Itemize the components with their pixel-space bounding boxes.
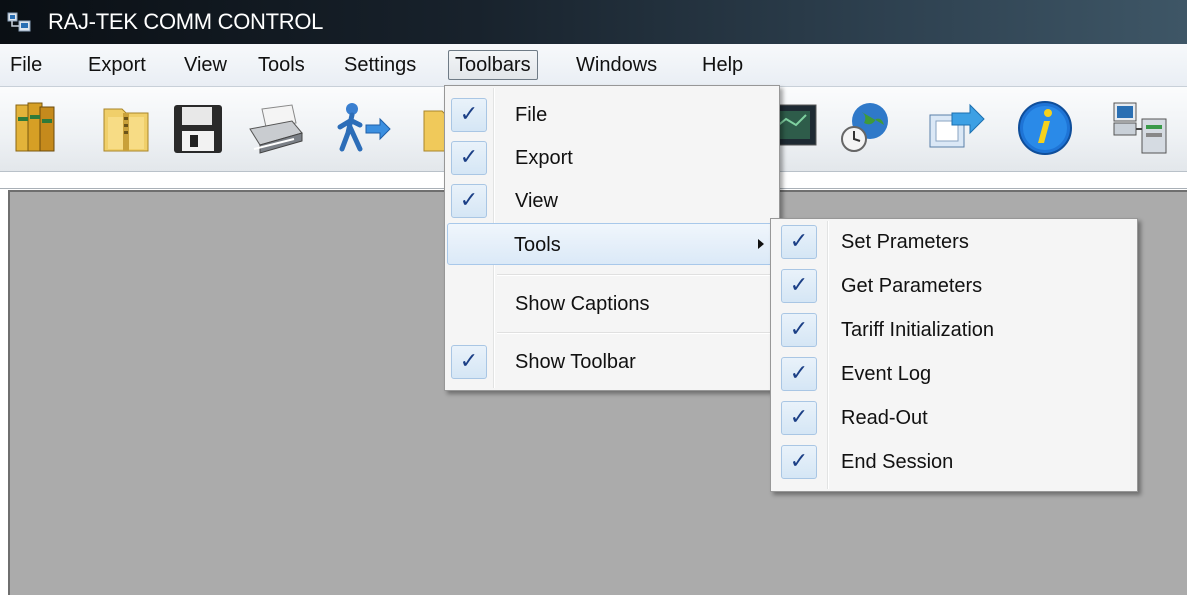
menu-item-label: View (515, 190, 558, 212)
check-icon: ✓ (781, 445, 817, 479)
app-icon (7, 12, 31, 32)
check-icon: ✓ (781, 269, 817, 303)
toolbars-menu-item-show-captions[interactable]: Show Captions (447, 283, 777, 325)
menu-windows[interactable]: Windows (570, 50, 663, 80)
title-bar[interactable]: RAJ-TEK COMM CONTROL (0, 0, 1187, 44)
menu-item-label: Tools (514, 234, 561, 256)
info-icon[interactable] (1014, 97, 1076, 159)
folder-zip-icon[interactable] (96, 97, 158, 159)
menu-separator (497, 332, 775, 334)
check-icon: ✓ (781, 225, 817, 259)
check-icon: ✓ (781, 313, 817, 347)
window-title: RAJ-TEK COMM CONTROL (48, 9, 324, 34)
app-window: RAJ-TEK COMM CONTROL File Export View To… (0, 0, 1187, 595)
menu-help[interactable]: Help (696, 50, 749, 80)
check-icon: ✓ (451, 98, 487, 132)
menu-item-label: Show Toolbar (515, 351, 636, 373)
menu-item-label: Get Parameters (841, 275, 983, 297)
toolbars-menu-item-export[interactable]: ✓ Export (447, 137, 777, 179)
toolbars-menu: ✓ File ✓ Export ✓ View Tools Show Captio… (444, 85, 780, 391)
tools-submenu-item-set-prameters[interactable]: ✓ Set Prameters (773, 221, 1135, 263)
menu-file[interactable]: File (4, 50, 48, 80)
menu-item-label: Read-Out (841, 407, 928, 429)
menu-item-label: Event Log (841, 363, 932, 385)
tools-submenu-item-read-out[interactable]: ✓ Read-Out (773, 397, 1135, 439)
menu-item-label: Tariff Initialization (841, 319, 995, 341)
transfer-icon[interactable] (924, 97, 986, 159)
check-icon: ✓ (451, 184, 487, 218)
tools-submenu-item-get-parameters[interactable]: ✓ Get Parameters (773, 265, 1135, 307)
check-icon: ✓ (781, 357, 817, 391)
tools-submenu-item-tariff-initialization[interactable]: ✓ Tariff Initialization (773, 309, 1135, 351)
menu-item-label: File (515, 104, 548, 126)
menu-toolbars[interactable]: Toolbars (448, 50, 538, 80)
menu-item-label: End Session (841, 451, 954, 473)
check-icon: ✓ (451, 345, 487, 379)
check-icon: ✓ (781, 401, 817, 435)
menu-item-label: Export (515, 147, 573, 169)
toolbars-menu-item-show-toolbar[interactable]: ✓ Show Toolbar (447, 341, 777, 383)
exit-person-icon[interactable] (332, 97, 394, 159)
submenu-arrow-icon (758, 239, 764, 249)
check-icon: ✓ (451, 141, 487, 175)
menu-item-label: Show Captions (515, 293, 650, 315)
menu-export[interactable]: Export (82, 50, 152, 80)
menu-bar: File Export View Tools Settings Toolbars… (0, 44, 1187, 87)
floppy-disk-icon[interactable] (168, 97, 230, 159)
menu-view[interactable]: View (178, 50, 233, 80)
menu-separator (497, 274, 775, 276)
menu-item-label: Set Prameters (841, 231, 969, 253)
network-computer-icon[interactable] (1108, 97, 1170, 159)
menu-settings[interactable]: Settings (338, 50, 422, 80)
tools-submenu: ✓ Set Prameters ✓ Get Parameters ✓ Tarif… (770, 218, 1138, 492)
menu-tools[interactable]: Tools (252, 50, 311, 80)
globe-clock-icon[interactable] (836, 97, 898, 159)
toolbars-menu-item-view[interactable]: ✓ View (447, 180, 777, 222)
printer-icon[interactable] (244, 97, 306, 159)
tools-submenu-item-end-session[interactable]: ✓ End Session (773, 441, 1135, 483)
books-icon[interactable] (6, 97, 68, 159)
tools-submenu-item-event-log[interactable]: ✓ Event Log (773, 353, 1135, 395)
toolbars-menu-item-tools[interactable]: Tools (447, 223, 775, 265)
toolbars-menu-item-file[interactable]: ✓ File (447, 94, 777, 136)
